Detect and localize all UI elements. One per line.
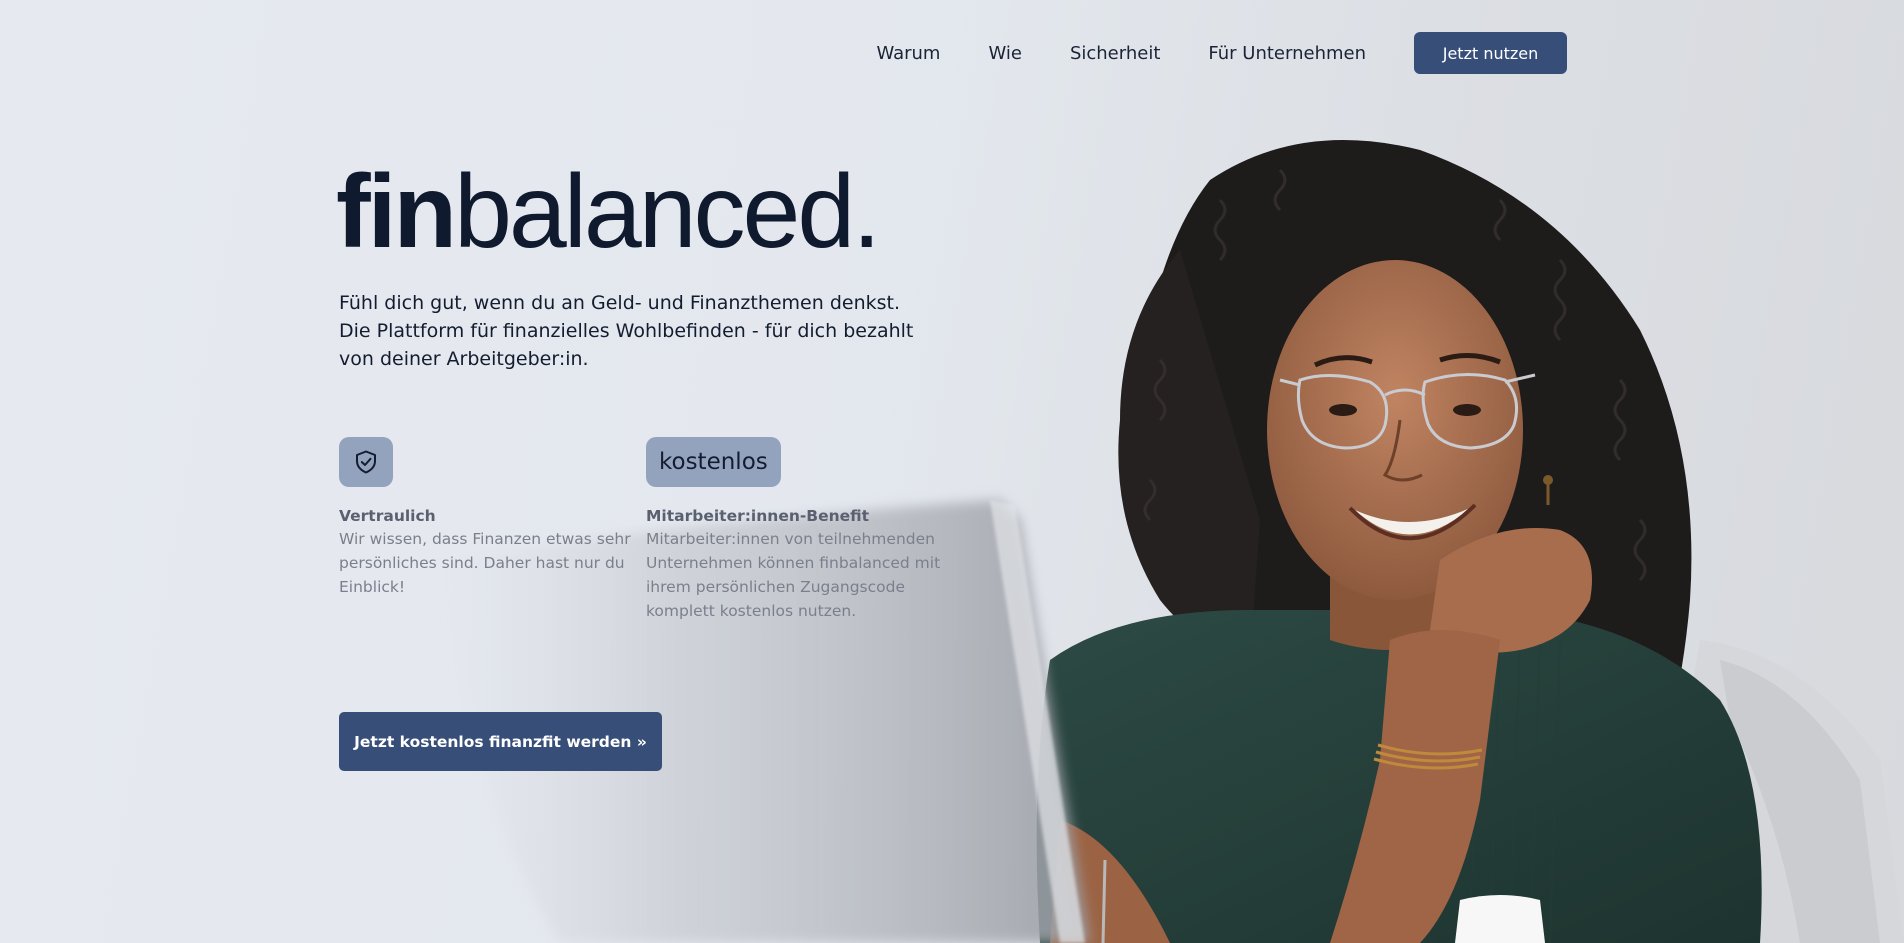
feature-title: Vertraulich xyxy=(339,507,436,525)
tagline-line: von deiner Arbeitgeber:in. xyxy=(339,348,589,370)
feature-text-line: persönliches sind. Daher hast nur du xyxy=(339,554,625,572)
nav-link-wie[interactable]: Wie xyxy=(988,43,1021,64)
tagline-line: Fühl dich gut, wenn du an Geld- und Fina… xyxy=(339,292,901,314)
shield-check-icon xyxy=(339,437,393,487)
feature-description: Wir wissen, dass Finanzen etwas sehr per… xyxy=(339,527,631,599)
nav-link-fuer-unternehmen[interactable]: Für Unternehmen xyxy=(1208,43,1366,64)
feature-text-line: Unternehmen können finbalanced mit xyxy=(646,554,941,572)
main-nav: Warum Wie Sicherheit Für Unternehmen Jet… xyxy=(876,32,1567,74)
free-badge: kostenlos xyxy=(646,437,781,487)
feature-text-line: Einblick! xyxy=(339,578,406,596)
feature-text-line: komplett kostenlos nutzen. xyxy=(646,602,857,620)
hero-section: Warum Wie Sicherheit Für Unternehmen Jet… xyxy=(0,0,1904,943)
logo-bold-part: fin xyxy=(336,154,457,270)
hero-photo xyxy=(0,0,1904,943)
feature-confidential: Vertraulich Wir wissen, dass Finanzen et… xyxy=(339,437,631,599)
feature-text-line: Mitarbeiter:innen von teilnehmenden xyxy=(646,530,935,548)
feature-title: Mitarbeiter:innen-Benefit xyxy=(646,507,870,525)
feature-text-line: Wir wissen, dass Finanzen etwas sehr xyxy=(339,530,631,548)
hero-tagline: Fühl dich gut, wenn du an Geld- und Fina… xyxy=(339,289,914,373)
logo-light-part: balanced. xyxy=(454,154,881,270)
nav-cta-button[interactable]: Jetzt nutzen xyxy=(1414,32,1567,74)
tagline-line: Die Plattform für finanzielles Wohlbefin… xyxy=(339,320,914,342)
feature-description: Mitarbeiter:innen von teilnehmenden Unte… xyxy=(646,527,946,623)
feature-text-line: ihrem persönlichen Zugangscode xyxy=(646,578,905,596)
nav-link-warum[interactable]: Warum xyxy=(876,43,940,64)
nav-link-sicherheit[interactable]: Sicherheit xyxy=(1070,43,1160,64)
hero-cta-button[interactable]: Jetzt kostenlos finanzfit werden » xyxy=(339,712,662,771)
feature-employee-benefit: kostenlos Mitarbeiter:innen-Benefit Mita… xyxy=(646,437,946,623)
brand-logo: finbalanced. xyxy=(336,160,881,264)
